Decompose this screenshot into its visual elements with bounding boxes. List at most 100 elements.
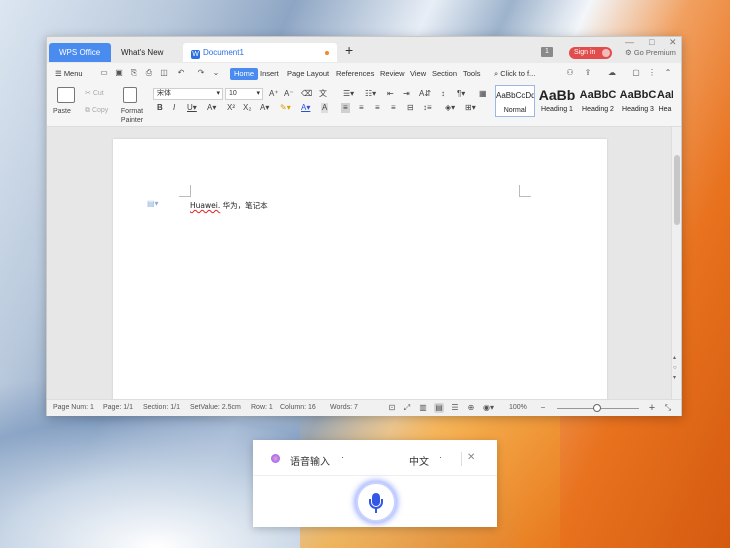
align-center-icon[interactable]: ≡ — [359, 103, 364, 113]
style-heading-2[interactable]: AaBbC Heading 2 — [578, 85, 618, 117]
decrease-font-icon[interactable]: A⁻ — [284, 89, 294, 99]
tab-document1[interactable]: W Document1 — [183, 43, 337, 62]
tab-review[interactable]: Review — [380, 68, 405, 80]
main-menu-button[interactable]: ☰ Menu — [55, 68, 83, 80]
close-button[interactable]: ✕ — [669, 37, 677, 48]
two-page-icon[interactable]: ▥ — [418, 403, 428, 413]
char-shading-icon[interactable]: A — [321, 103, 329, 113]
italic-icon[interactable]: I — [173, 103, 175, 113]
distribute-icon[interactable]: ⊟ — [407, 103, 414, 113]
format-painter-button[interactable]: Format Painter — [117, 107, 147, 125]
numbered-list-icon[interactable]: ☷▾ — [365, 89, 376, 99]
text-effect-icon[interactable]: A▾ — [260, 103, 269, 113]
chinese-layout-icon[interactable]: A⇵ — [419, 89, 431, 99]
print-icon[interactable]: ⎙ — [144, 68, 154, 78]
scrollbar-thumb[interactable] — [674, 155, 680, 225]
zoom-slider-knob[interactable] — [593, 404, 601, 412]
voice-mode-dropdown-icon[interactable]: · — [341, 452, 344, 462]
font-color-icon[interactable]: A▾ — [301, 103, 310, 113]
style-heading-4[interactable]: AaB Hea — [657, 85, 673, 117]
tab-page-layout[interactable]: Page Layout — [287, 68, 329, 80]
zoom-level[interactable]: 100% — [509, 404, 527, 411]
decrease-indent-icon[interactable]: ⇤ — [387, 89, 394, 99]
page-view-icon[interactable]: ▤ — [434, 403, 444, 413]
document-page[interactable]: ▤▾ Huawei. 华为，笔记本 — [113, 139, 607, 399]
document-text[interactable]: Huawei. 华为，笔记本 — [190, 200, 268, 211]
search-command-box[interactable]: ⌕ Click to f... — [494, 68, 535, 80]
increase-indent-icon[interactable]: ⇥ — [403, 89, 410, 99]
font-family-select[interactable]: 宋体 ▾ — [153, 88, 223, 100]
bullet-list-icon[interactable]: ☰▾ — [343, 89, 354, 99]
reading-mode-icon[interactable]: ⊡ — [387, 403, 397, 413]
select-browse-icon[interactable]: ○ — [673, 365, 677, 372]
vertical-scrollbar[interactable]: ▴ ○ ▾ — [671, 127, 681, 399]
redo-icon[interactable]: ↷ — [196, 68, 206, 78]
voice-language-select[interactable]: 中文 — [409, 453, 429, 468]
comment-icon[interactable]: ▢ — [631, 68, 641, 78]
share-user-icon[interactable]: ⚇ — [565, 68, 575, 78]
fit-page-icon[interactable]: ⤡ — [663, 403, 673, 413]
sort-icon[interactable]: ↕ — [441, 89, 445, 99]
cut-button[interactable]: ✂ Cut — [85, 89, 104, 98]
status-row[interactable]: Row: 1 — [251, 404, 273, 411]
sign-in-button[interactable]: Sign in — [569, 47, 612, 59]
prev-page-icon[interactable]: ▴ — [673, 355, 676, 362]
format-painter-icon[interactable] — [123, 87, 137, 103]
copy-button[interactable]: ⧉ Copy — [85, 106, 108, 115]
paste-icon[interactable] — [57, 87, 75, 103]
underline-icon[interactable]: U▾ — [187, 103, 197, 113]
status-page-num[interactable]: Page Num: 1 — [53, 404, 94, 411]
status-page[interactable]: Page: 1/1 — [103, 404, 133, 411]
outline-view-icon[interactable]: ☰ — [450, 403, 460, 413]
status-section[interactable]: Section: 1/1 — [143, 404, 180, 411]
status-words[interactable]: Words: 7 — [330, 404, 358, 411]
undo-icon[interactable]: ↶ — [176, 68, 186, 78]
paste-button[interactable]: Paste — [53, 107, 71, 116]
tab-references[interactable]: References — [336, 68, 374, 80]
status-setvalue[interactable]: SetValue: 2.5cm — [190, 404, 241, 411]
export-icon[interactable]: ⎘ — [129, 68, 139, 78]
font-size-select[interactable]: 10 ▾ — [225, 88, 263, 100]
align-left-icon[interactable]: ≡ — [341, 103, 350, 113]
tab-tools[interactable]: Tools — [463, 68, 481, 80]
align-right-icon[interactable]: ≡ — [375, 103, 380, 113]
shading-icon[interactable]: ◈▾ — [445, 103, 455, 113]
style-heading-1[interactable]: AaBb Heading 1 — [537, 85, 577, 117]
share-icon[interactable]: ⇪ — [583, 68, 593, 78]
collapse-ribbon-icon[interactable]: ⌃ — [663, 68, 673, 78]
justify-icon[interactable]: ≡ — [391, 103, 396, 113]
add-tab-button[interactable]: + — [345, 42, 353, 58]
line-spacing-icon[interactable]: ↕≡ — [423, 103, 432, 113]
fullscreen-icon[interactable]: ⤢ — [402, 403, 412, 413]
strikethrough-icon[interactable]: A▾ — [207, 103, 216, 113]
web-view-icon[interactable]: ⊕ — [466, 403, 476, 413]
increase-font-icon[interactable]: A⁺ — [269, 89, 279, 99]
zoom-in-icon[interactable]: + — [647, 403, 657, 414]
tab-view[interactable]: View — [410, 68, 426, 80]
go-premium-button[interactable]: ⚙ Go Premium — [625, 48, 676, 57]
superscript-icon[interactable]: X² — [227, 103, 235, 113]
highlight-icon[interactable]: ✎▾ — [280, 103, 291, 113]
style-heading-3[interactable]: AaBbC Heading 3 — [619, 85, 657, 117]
clear-format-icon[interactable]: ⌫ — [301, 89, 312, 99]
tab-whats-new[interactable]: What's New — [111, 43, 181, 62]
maximize-button[interactable]: □ — [649, 37, 654, 47]
customize-toolbar-icon[interactable]: ⌄ — [211, 68, 221, 78]
borders-icon[interactable]: ⊞▾ — [465, 103, 476, 113]
tab-home[interactable]: Home — [230, 68, 259, 80]
tab-wps-office[interactable]: WPS Office — [49, 43, 111, 62]
cloud-icon[interactable]: ☁ — [607, 68, 617, 78]
print-preview-icon[interactable]: ◫ — [159, 68, 169, 78]
tab-insert[interactable]: Insert — [260, 68, 279, 80]
tab-section[interactable]: Section — [432, 68, 457, 80]
minimize-button[interactable]: — — [625, 37, 634, 47]
phonetic-icon[interactable]: 文 — [319, 89, 327, 99]
save-icon[interactable]: ▣ — [114, 68, 124, 78]
voice-input-title[interactable]: 语音输入 — [290, 453, 330, 468]
paragraph-layout-icon[interactable]: ▤▾ — [147, 199, 159, 208]
tab-count-badge[interactable]: 1 — [541, 47, 553, 57]
voice-close-button[interactable]: ✕ — [467, 452, 475, 463]
eye-protection-icon[interactable]: ◉▾ — [483, 403, 494, 413]
bold-icon[interactable]: B — [157, 103, 163, 113]
show-marks-icon[interactable]: ¶▾ — [457, 89, 465, 99]
